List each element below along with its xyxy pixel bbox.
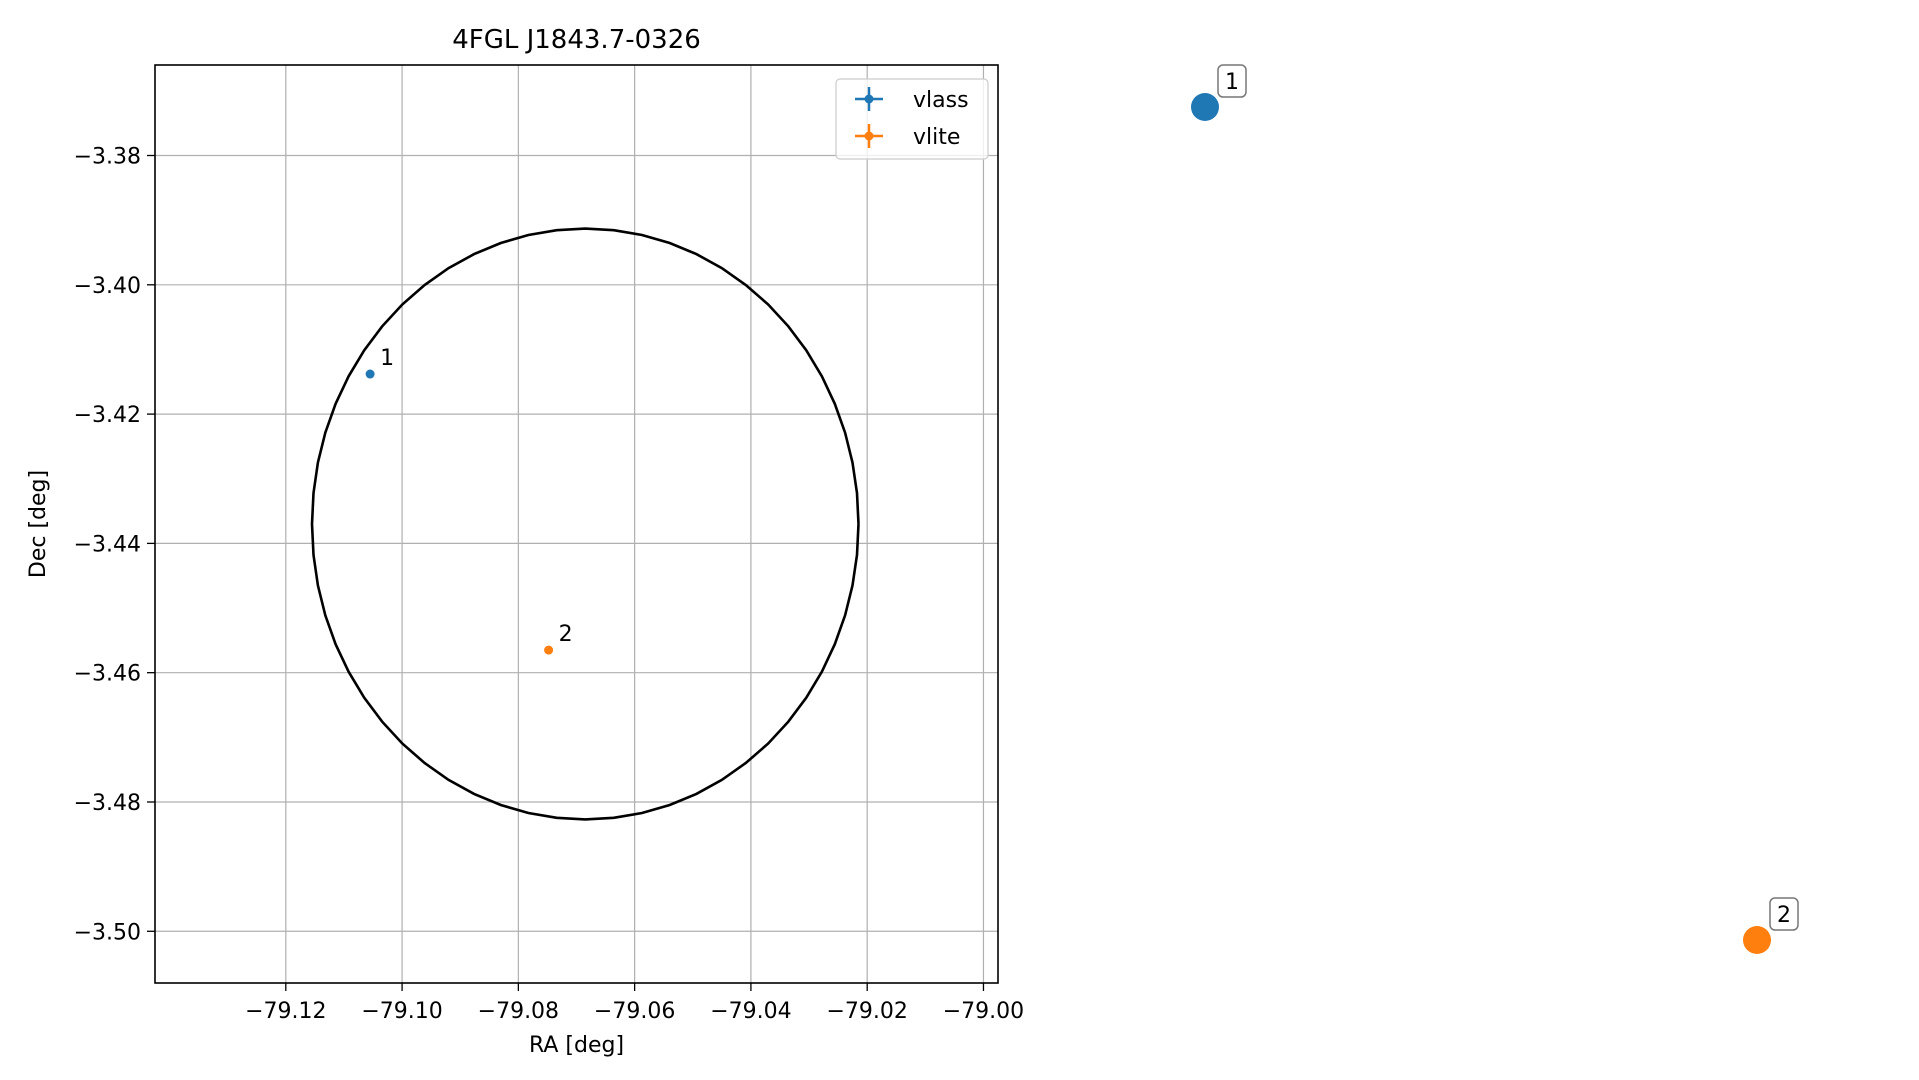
side-marker-label-2: 2	[1777, 903, 1791, 928]
y-tick-label: −3.48	[74, 791, 141, 816]
vlass-legend-label: vlass	[913, 88, 969, 113]
side-marker-label-1: 1	[1225, 70, 1239, 95]
localization-circle-layer	[310, 227, 860, 821]
x-tick-label: −79.08	[478, 999, 559, 1024]
x-axis-label: RA [deg]	[529, 1033, 624, 1058]
vlite-point-label: 2	[559, 622, 573, 647]
plot-frame	[154, 64, 999, 984]
y-tick-label: −3.40	[74, 274, 141, 299]
data-points-layer: 12	[365, 346, 573, 655]
y-axis-ticks: −3.38 −3.40 −3.42 −3.44 −3.46 −3.48 −3.50	[74, 145, 155, 945]
x-tick-label: −79.10	[361, 999, 442, 1024]
y-axis-label: Dec [deg]	[26, 470, 51, 578]
localization-circle	[310, 227, 860, 821]
vlass-point	[365, 369, 375, 379]
y-tick-label: −3.46	[74, 662, 141, 687]
side-marker-1	[1191, 93, 1219, 121]
y-tick-label: −3.42	[74, 403, 141, 428]
vlass-legend-marker	[864, 94, 874, 104]
vlass-point-label: 1	[380, 346, 394, 371]
vlite-legend-marker	[864, 131, 874, 141]
y-tick-label: −3.44	[74, 532, 141, 557]
chart-title: 4FGL J1843.7-0326	[452, 25, 701, 55]
side-marker-2	[1743, 926, 1771, 954]
chart: 12 −79.12 −79.10 −79.08 −79.06 −79.04 −79.02−…	[26, 25, 1799, 1058]
x-tick-label: −79.02	[826, 999, 907, 1024]
y-tick-label: −3.38	[74, 145, 141, 170]
x-tick-label: −79.06	[594, 999, 675, 1024]
x-tick-label: −79.04	[710, 999, 791, 1024]
y-tick-label: −3.50	[74, 920, 141, 945]
vlite-point	[544, 645, 554, 655]
side-markers: 12	[1191, 64, 1799, 954]
x-axis-ticks: −79.12 −79.10 −79.08 −79.06 −79.04 −79.02 −79.…	[245, 983, 1024, 1024]
legend: vlass vlite	[835, 78, 989, 160]
vlite-legend-label: vlite	[913, 125, 960, 150]
grid-lines	[155, 65, 998, 983]
x-tick-label: −79.00	[943, 999, 1024, 1024]
x-tick-label: −79.12	[245, 999, 326, 1024]
